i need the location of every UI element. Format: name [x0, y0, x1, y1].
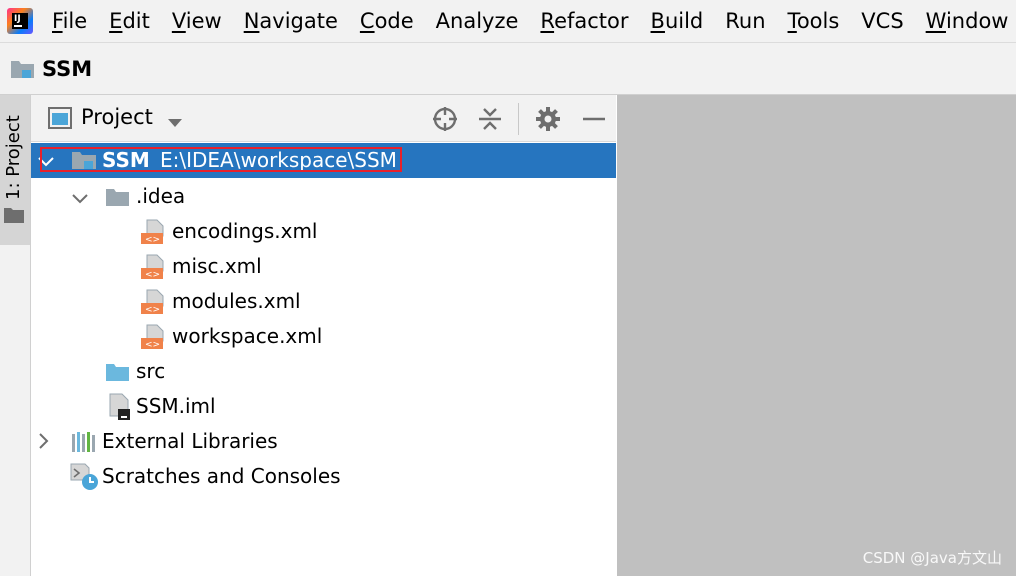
- menu-edit[interactable]: Edit: [109, 9, 150, 33]
- menu-view[interactable]: View: [172, 9, 222, 33]
- tree-row-external-libraries[interactable]: External Libraries: [31, 424, 616, 459]
- svg-text:<>: <>: [145, 305, 160, 315]
- project-view-title[interactable]: Project: [81, 105, 153, 129]
- menu-bar: IJ File Edit View Navigate Code Analyze Refact…: [0, 0, 1016, 43]
- module-folder-icon: [10, 58, 36, 80]
- svg-text:<>: <>: [145, 340, 160, 350]
- project-view-icon: [48, 107, 72, 133]
- project-tool-tab[interactable]: 1: Project: [0, 95, 30, 245]
- menu-mnemonic: C: [359, 9, 375, 33]
- menu-label: VCS: [861, 9, 904, 33]
- scratches-label: Scratches and Consoles: [102, 464, 341, 488]
- idea-folder-label: .idea: [136, 184, 186, 208]
- tree-row-file[interactable]: <> encodings.xml: [31, 214, 616, 249]
- menu-label-rest: dit: [122, 9, 150, 33]
- file-label: misc.xml: [172, 254, 262, 278]
- library-icon: [71, 430, 97, 458]
- highlight-box: [40, 147, 402, 172]
- src-folder-label: src: [136, 359, 166, 383]
- menu-label-rest: iew: [185, 9, 222, 33]
- menu-tools[interactable]: Tools: [788, 9, 840, 33]
- menu-mnemonic: N: [243, 9, 260, 33]
- menu-mnemonic: F: [52, 9, 63, 33]
- editor-area: CSDN @Java方文山: [617, 95, 1016, 576]
- xml-file-icon: <>: [141, 289, 165, 319]
- scratches-icon: [70, 463, 100, 495]
- locate-icon[interactable]: [431, 105, 459, 133]
- breadcrumb-project[interactable]: SSM: [42, 57, 92, 81]
- menu-code[interactable]: Code: [360, 9, 414, 33]
- iml-file-icon: [108, 393, 132, 425]
- folder-icon: [105, 186, 131, 212]
- source-folder-icon: [105, 361, 131, 387]
- menu-label-rest: uild: [664, 9, 704, 33]
- tree-row-file[interactable]: <> modules.xml: [31, 284, 616, 319]
- menu-label-rest: avigate: [259, 9, 338, 33]
- menu-build[interactable]: Build: [651, 9, 704, 33]
- menu-mnemonic: B: [650, 9, 665, 33]
- menu-label-rest: ools: [796, 9, 840, 33]
- navigation-bar: SSM: [0, 43, 1016, 95]
- menu-label-rest: ile: [62, 9, 88, 33]
- xml-file-icon: <>: [141, 219, 165, 249]
- left-tool-stripe: 1: Project: [0, 95, 31, 576]
- menu-mnemonic: R: [540, 9, 555, 33]
- watermark-text: CSDN @Java方文山: [862, 549, 1002, 567]
- menu-mnemonic: W: [925, 9, 946, 33]
- chevron-down-icon[interactable]: [167, 113, 183, 132]
- menu-mnemonic: E: [109, 9, 123, 33]
- menu-analyze[interactable]: Analyze: [436, 9, 519, 33]
- menu-navigate[interactable]: Navigate: [244, 9, 338, 33]
- tree-row-file[interactable]: <> misc.xml: [31, 249, 616, 284]
- xml-file-icon: <>: [141, 254, 165, 284]
- external-libraries-label: External Libraries: [102, 429, 278, 453]
- svg-text:<>: <>: [145, 270, 160, 280]
- chevron-down-icon[interactable]: [72, 190, 88, 209]
- file-label: workspace.xml: [172, 324, 323, 348]
- menu-label-rest: ode: [374, 9, 414, 33]
- menu-label: Run: [725, 9, 766, 33]
- intellij-logo-icon[interactable]: IJ: [7, 8, 33, 34]
- menu-mnemonic: T: [787, 9, 797, 33]
- iml-file-label: SSM.iml: [136, 394, 216, 418]
- folder-icon: [4, 207, 24, 227]
- menu-file[interactable]: File: [52, 9, 87, 33]
- tree-row-file[interactable]: <> workspace.xml: [31, 319, 616, 354]
- project-panel: Project SSM E:\IDEA\workspace\SSM .idea …: [31, 95, 616, 576]
- menu-label: Analyze: [435, 9, 519, 33]
- menu-vcs[interactable]: VCS: [861, 9, 903, 33]
- xml-file-icon: <>: [141, 324, 165, 354]
- menu-label-rest: efactor: [554, 9, 629, 33]
- file-label: encodings.xml: [172, 219, 318, 243]
- chevron-right-icon[interactable]: [38, 433, 50, 453]
- menu-mnemonic: V: [171, 9, 186, 33]
- menu-window[interactable]: Window: [926, 9, 1009, 33]
- menu-items: File Edit View Navigate Code Analyze Refactor B…: [52, 9, 1016, 33]
- svg-text:<>: <>: [145, 235, 160, 245]
- tree-row-iml[interactable]: SSM.iml: [31, 389, 616, 424]
- menu-run[interactable]: Run: [725, 9, 765, 33]
- project-tool-tab-label: 1: Project: [3, 115, 24, 200]
- file-label: modules.xml: [172, 289, 301, 313]
- project-panel-header: Project: [31, 95, 616, 142]
- collapse-all-icon[interactable]: [476, 105, 504, 133]
- menu-label-rest: indow: [945, 9, 1009, 33]
- tree-row-idea[interactable]: .idea: [31, 179, 616, 214]
- minimize-icon[interactable]: [580, 105, 608, 133]
- header-separator: [518, 103, 519, 135]
- menu-refactor[interactable]: Refactor: [540, 9, 628, 33]
- tree-row-src[interactable]: src: [31, 354, 616, 389]
- tree-row-scratches[interactable]: Scratches and Consoles: [31, 459, 616, 494]
- gear-icon[interactable]: [534, 105, 562, 133]
